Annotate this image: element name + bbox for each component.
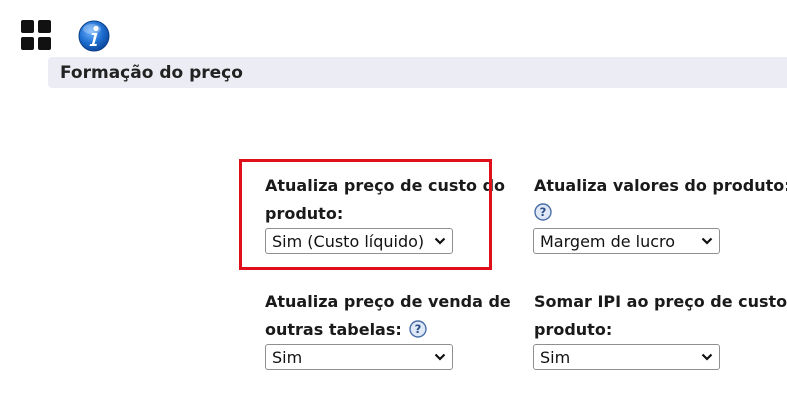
chevron-down-icon [701,353,713,361]
help-icon[interactable]: ? [409,319,428,338]
cost-price-label-line2: produto: [265,204,344,223]
field-ipi: Somar IPI ao preço de custo do produto: [534,288,787,344]
other-tables-select[interactable]: Sim [265,344,453,370]
field-other-tables: Atualiza preço de venda de outras tabela… [265,288,511,344]
cost-price-select[interactable]: Sim (Custo líquido) [265,228,453,254]
chevron-down-icon [701,237,713,245]
chevron-down-icon [434,237,446,245]
ipi-select-value: Sim [540,347,571,367]
section-header: Formação do preço [48,57,787,88]
chevron-down-icon [434,353,446,361]
other-tables-select-value: Sim [272,347,303,367]
product-values-select[interactable]: Margem de lucro [533,228,720,254]
product-values-label: Atualiza valores do produto: [534,176,787,195]
svg-text:?: ? [540,205,547,219]
ipi-label-line1: Somar IPI ao preço de custo do [534,292,787,311]
cost-price-select-value: Sim (Custo líquido) [272,231,425,251]
field-product-values: Atualiza valores do produto: ? [534,172,787,226]
svg-text:?: ? [415,322,422,336]
ipi-select[interactable]: Sim [533,344,720,370]
other-tables-label-line1: Atualiza preço de venda de [265,292,511,311]
info-icon[interactable] [78,20,110,52]
product-values-select-value: Margem de lucro [540,231,676,251]
help-icon[interactable]: ? [534,202,552,221]
section-title: Formação do preço [60,62,243,83]
cost-price-label-line1: Atualiza preço de custo do [265,176,506,195]
ipi-label-line2: produto: [534,320,613,339]
other-tables-label-line2: outras tabelas: [265,320,402,339]
grid-icon[interactable] [21,20,51,50]
field-cost-price: Atualiza preço de custo do produto: [265,172,505,228]
